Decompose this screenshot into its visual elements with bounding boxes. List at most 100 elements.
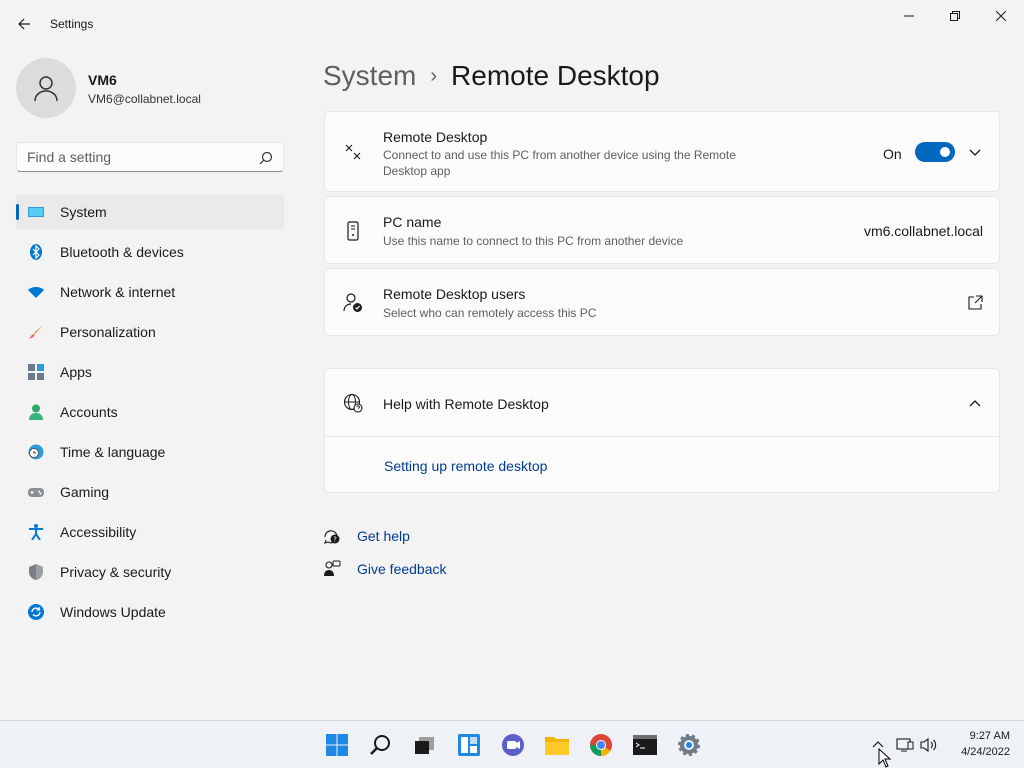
remote-desktop-users-card[interactable]: Remote Desktop users Select who can remo…: [324, 268, 1000, 336]
app-title: Settings: [50, 17, 94, 31]
network-tray-button[interactable]: [895, 735, 915, 755]
volume-tray-button[interactable]: [919, 735, 939, 755]
mouse-cursor-icon: [878, 748, 892, 768]
breadcrumb-parent[interactable]: System: [323, 60, 416, 92]
sidebar-item-label: Accessibility: [60, 524, 137, 540]
user-icon: [34, 76, 58, 102]
taskbar: 9:27 AM 4/24/2022: [0, 720, 1024, 768]
breadcrumb: System › Remote Desktop: [323, 58, 660, 94]
start-button[interactable]: [323, 731, 351, 759]
sidebar-item-label: Windows Update: [60, 604, 166, 620]
remote-desktop-users-description: Select who can remotely access this PC: [383, 306, 597, 320]
remote-desktop-icon: [345, 144, 361, 160]
gamepad-icon: [28, 488, 44, 497]
remote-desktop-title: Remote Desktop: [383, 129, 488, 145]
search-input[interactable]: [27, 149, 247, 165]
wifi-icon: [28, 287, 44, 298]
setting-up-remote-desktop-link[interactable]: Setting up remote desktop: [384, 458, 547, 474]
terminal-button[interactable]: [631, 731, 659, 759]
start-icon: [326, 734, 348, 756]
chrome-button[interactable]: [587, 731, 615, 759]
sidebar-item-label: System: [60, 204, 107, 220]
user-check-icon: [343, 293, 362, 312]
back-arrow-icon: [18, 18, 30, 30]
pc-name-value: vm6.collabnet.local: [863, 223, 983, 239]
task-view-button[interactable]: [411, 731, 439, 759]
teams-chat-icon: [502, 734, 524, 756]
ethernet-icon: [896, 738, 914, 752]
sidebar-item-personalization[interactable]: Personalization: [16, 314, 284, 350]
toggle-state-label: On: [883, 146, 902, 162]
chrome-icon: [590, 734, 612, 756]
pc-tower-icon: [347, 221, 359, 241]
sidebar-item-time-language[interactable]: Time & language: [16, 434, 284, 470]
pc-name-title: PC name: [383, 214, 442, 230]
sidebar-item-privacy-security[interactable]: Privacy & security: [16, 554, 284, 590]
search-icon: [370, 735, 390, 755]
clock-time[interactable]: 9:27 AM: [950, 730, 1010, 742]
person-icon: [29, 404, 43, 420]
terminal-icon: [633, 735, 657, 755]
sidebar-item-network[interactable]: Network & internet: [16, 274, 284, 310]
settings-icon: [678, 734, 700, 756]
task-view-icon: [415, 737, 434, 754]
sidebar-item-accounts[interactable]: Accounts: [16, 394, 284, 430]
sidebar-item-bluetooth-devices[interactable]: Bluetooth & devices: [16, 234, 284, 270]
sidebar-item-label: Time & language: [60, 444, 166, 460]
chevron-up-icon[interactable]: [967, 395, 983, 411]
clock-globe-icon: [28, 444, 44, 460]
speaker-icon: [920, 737, 937, 753]
breadcrumb-separator-icon: ›: [430, 64, 438, 87]
accessibility-icon: [29, 524, 43, 540]
page-title: Remote Desktop: [451, 60, 660, 91]
sidebar-item-accessibility[interactable]: Accessibility: [16, 514, 284, 550]
settings-taskbar-button[interactable]: [675, 731, 703, 759]
external-link-icon[interactable]: [967, 295, 983, 311]
pc-name-card: PC name Use this name to connect to this…: [324, 196, 1000, 264]
restore-button[interactable]: [932, 0, 978, 32]
remote-desktop-users-title: Remote Desktop users: [383, 286, 526, 302]
taskbar-search-button[interactable]: [367, 731, 395, 759]
sidebar-item-label: Gaming: [60, 484, 110, 500]
remote-desktop-toggle[interactable]: [915, 142, 955, 162]
sidebar-item-windows-update[interactable]: Windows Update: [16, 594, 284, 630]
sidebar-item-label: Personalization: [60, 324, 156, 340]
divider: [325, 436, 999, 437]
sidebar-item-label: Bluetooth & devices: [60, 244, 184, 260]
remote-desktop-description: Connect to and use this PC from another …: [383, 148, 736, 178]
teams-chat-button[interactable]: [499, 731, 527, 759]
update-icon: [28, 604, 44, 620]
close-icon: [996, 11, 1006, 21]
get-help-icon: ?: [324, 530, 340, 544]
back-button[interactable]: [10, 10, 38, 38]
search-icon[interactable]: [259, 151, 273, 165]
sidebar-item-label: Privacy & security: [60, 564, 172, 580]
sidebar-item-label: Network & internet: [60, 284, 176, 300]
avatar[interactable]: [16, 58, 76, 118]
sidebar-nav: System Bluetooth & devices Network & int…: [16, 194, 284, 634]
svg-text:?: ?: [333, 536, 337, 544]
sidebar-item-label: Apps: [60, 364, 92, 380]
feedback-icon: [324, 560, 341, 576]
title-bar: Settings: [0, 0, 1024, 48]
get-help-link[interactable]: Get help: [357, 528, 410, 544]
file-explorer-icon: [545, 737, 569, 755]
give-feedback-link[interactable]: Give feedback: [357, 561, 447, 577]
sidebar-item-gaming[interactable]: Gaming: [16, 474, 284, 510]
widgets-button[interactable]: [455, 731, 483, 759]
chevron-down-icon[interactable]: [967, 145, 983, 161]
sidebar-item-apps[interactable]: Apps: [16, 354, 284, 390]
restore-icon: [950, 11, 960, 21]
close-button[interactable]: [978, 0, 1024, 32]
pc-name-description: Use this name to connect to this PC from…: [383, 234, 684, 248]
clock-date[interactable]: 4/24/2022: [940, 746, 1010, 758]
help-card: Help with Remote Desktop Setting up remo…: [324, 368, 1000, 493]
minimize-icon: [904, 15, 914, 17]
search-box[interactable]: [16, 142, 284, 172]
monitor-icon: [28, 207, 44, 217]
bluetooth-icon: [30, 244, 42, 260]
file-explorer-button[interactable]: [543, 731, 571, 759]
remote-desktop-card[interactable]: Remote Desktop Connect to and use this P…: [324, 111, 1000, 192]
minimize-button[interactable]: [886, 0, 932, 32]
sidebar-item-system[interactable]: System: [16, 194, 284, 230]
